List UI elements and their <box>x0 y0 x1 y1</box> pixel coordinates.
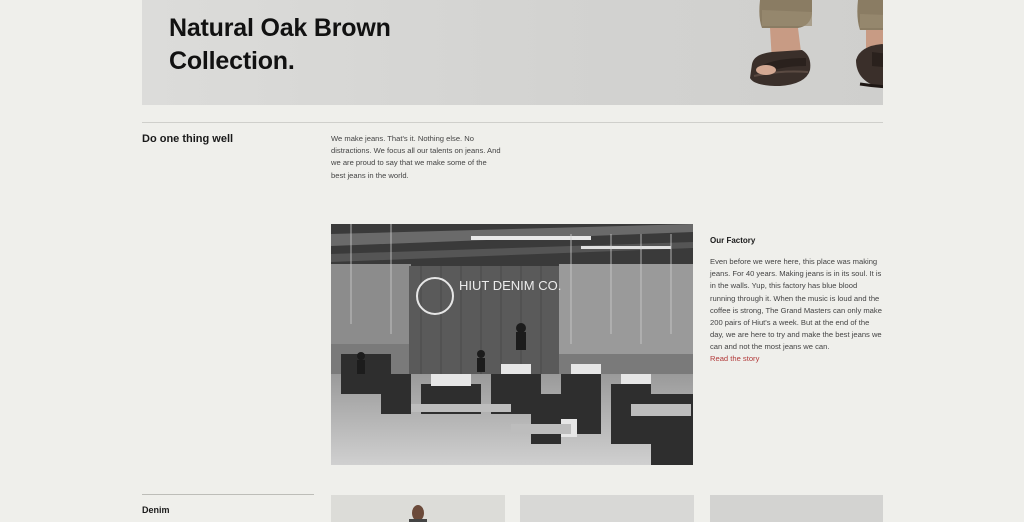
denim-tile-1[interactable] <box>331 495 505 522</box>
factory-photo-illustration: HIUT DENIM CO. <box>331 224 693 465</box>
hero-legs-image <box>750 0 883 89</box>
denim-tile-3[interactable] <box>710 495 883 522</box>
section-divider <box>142 122 883 123</box>
factory-photo: HIUT DENIM CO. <box>331 224 693 465</box>
factory-sign-text: HIUT DENIM CO. <box>459 278 561 293</box>
factory-body: Even before we were here, this place was… <box>710 257 882 352</box>
intro-heading: Do one thing well <box>142 133 234 145</box>
denim-divider <box>142 494 314 495</box>
denim-tile-2[interactable] <box>520 495 694 522</box>
denim-heading: Denim <box>142 505 170 515</box>
factory-heading: Our Factory <box>710 236 756 245</box>
hero-title: Natural Oak Brown Collection. <box>169 12 391 78</box>
hero-banner[interactable]: Natural Oak Brown Collection. <box>142 0 883 105</box>
intro-body: We make jeans. That's it. Nothing else. … <box>331 134 501 180</box>
hero-title-line-1: Natural Oak Brown <box>169 14 391 42</box>
page: Natural Oak Brown Collection. Do one thi… <box>0 0 1024 522</box>
denim-tile-1-image <box>409 505 427 522</box>
read-the-story-link[interactable]: Read the story <box>710 354 759 363</box>
hero-title-line-2: Collection. <box>169 47 295 75</box>
